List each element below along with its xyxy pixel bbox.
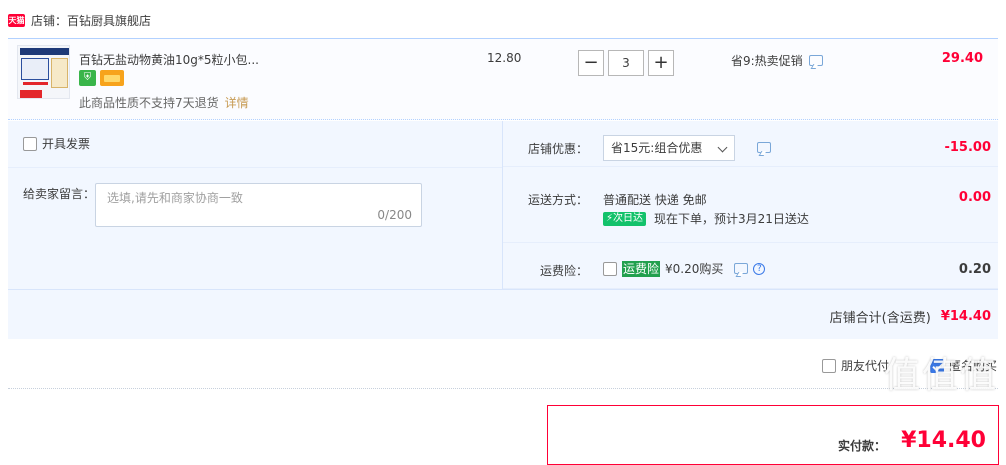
invoice-section: 开具发票 [8, 121, 503, 167]
subtotal-value: ¥14.40 [940, 309, 991, 324]
insurance-option: 运费险 ¥0.20购买 ? [603, 260, 766, 277]
increase-button[interactable]: + [648, 50, 674, 76]
insurance-checkbox[interactable] [603, 261, 617, 276]
quantity-stepper: − 3 + [578, 50, 674, 76]
promotion-text: 省9:热卖促销 [731, 54, 803, 68]
chevron-down-icon [717, 142, 728, 153]
return-policy-note: 此商品性质不支持7天退货 详情 [79, 94, 249, 111]
memo-placeholder: 选填,请先和商家协商一致 [107, 191, 243, 205]
quantity-input[interactable]: 3 [608, 50, 644, 76]
insurance-price: ¥0.20购买 [665, 262, 724, 276]
memo-textarea[interactable]: 选填,请先和商家协商一致 0/200 [95, 183, 422, 227]
invoice-checkbox[interactable] [23, 136, 37, 151]
service-tags: ⛨ [79, 70, 124, 86]
shipping-label: 运送方式： [528, 193, 589, 207]
insurance-label: 运费险： [540, 264, 589, 278]
orange-card-icon [100, 70, 124, 86]
item-total-price: 29.40 [941, 51, 983, 66]
shipping-eta: 现在下单，预计3月21日送达 [654, 212, 809, 226]
discount-select[interactable]: 省15元:组合优惠 [603, 135, 735, 161]
discount-value: 省15元:组合优惠 [611, 141, 703, 155]
subtotal: 店铺合计(含运费) ¥14.40 [830, 307, 991, 326]
subtotal-label: 店铺合计(含运费) [829, 311, 931, 326]
next-day-badge: ⚡次日达 [603, 211, 647, 226]
invoice-label: 开具发票 [42, 137, 91, 151]
shop-name[interactable]: 店铺：百钻厨具旗舰店 [31, 12, 151, 29]
unit-price: 12.80 [487, 51, 522, 65]
message-icon[interactable] [734, 263, 749, 274]
insurance-amount: 0.20 [958, 262, 991, 277]
message-icon[interactable] [757, 142, 771, 153]
memo-char-count: 0/200 [377, 208, 412, 222]
detail-link[interactable]: 详情 [225, 96, 249, 110]
friend-pay-label: 朋友代付 [841, 359, 890, 373]
decrease-button[interactable]: − [578, 50, 604, 76]
tmall-logo: 天猫 [8, 13, 25, 27]
next-day-badge-text: 次日达 [613, 212, 644, 224]
shipping-row: 运送方式： 普通配送 快递 免邮 ⚡次日达 现在下单，预计3月21日送达 0.0… [503, 167, 998, 243]
shipping-eta-line: ⚡次日达 现在下单，预计3月21日送达 [603, 210, 809, 227]
order-item-row: 百钻无盐动物黄油10g*5粒小包... ⛨ 此商品性质不支持7天退货 详情 12.… [8, 38, 998, 120]
final-payment-value: ¥14.40 [901, 428, 986, 453]
memo-section: 给卖家留言： 选填,请先和商家协商一致 0/200 [8, 167, 503, 289]
shipping-method[interactable]: 普通配送 快递 免邮 [603, 191, 707, 208]
memo-label: 给卖家留言： [23, 187, 96, 201]
invoice-option[interactable]: 开具发票 [23, 135, 90, 152]
return-policy-text: 此商品性质不支持7天退货 [79, 96, 219, 110]
promotion-info: 省9:热卖促销 [731, 52, 823, 69]
discount-label: 店铺优惠： [528, 142, 589, 156]
discount-amount: -15.00 [944, 140, 991, 155]
shipping-insurance-row: 运费险： 运费险 ¥0.20购买 ? 0.20 [503, 243, 998, 289]
shop-subtotal-row: 店铺合计(含运费) ¥14.40 [8, 289, 998, 339]
green-shield-icon: ⛨ [79, 70, 96, 86]
final-payment-label: 实付款： [837, 439, 886, 453]
product-title[interactable]: 百钻无盐动物黄油10g*5粒小包... [79, 51, 259, 68]
friend-pay-option[interactable]: 朋友代付 [822, 357, 889, 374]
insurance-tag: 运费险 [622, 260, 661, 277]
help-icon[interactable]: ? [753, 262, 766, 275]
order-options: 开具发票 给卖家留言： 选填,请先和商家协商一致 0/200 店铺优惠： 省15… [8, 121, 998, 339]
shop-header: 天猫 店铺：百钻厨具旗舰店 [8, 10, 151, 30]
shipping-amount: 0.00 [958, 190, 991, 205]
shop-discount-row: 店铺优惠： 省15元:组合优惠 -15.00 [503, 121, 998, 167]
product-thumbnail[interactable] [17, 45, 70, 99]
message-icon[interactable] [808, 55, 823, 66]
final-payment-box: 实付款： ¥14.40 [547, 405, 999, 465]
friend-pay-checkbox[interactable] [822, 358, 836, 373]
divider [8, 388, 998, 389]
watermark: 值值值 [883, 355, 998, 396]
